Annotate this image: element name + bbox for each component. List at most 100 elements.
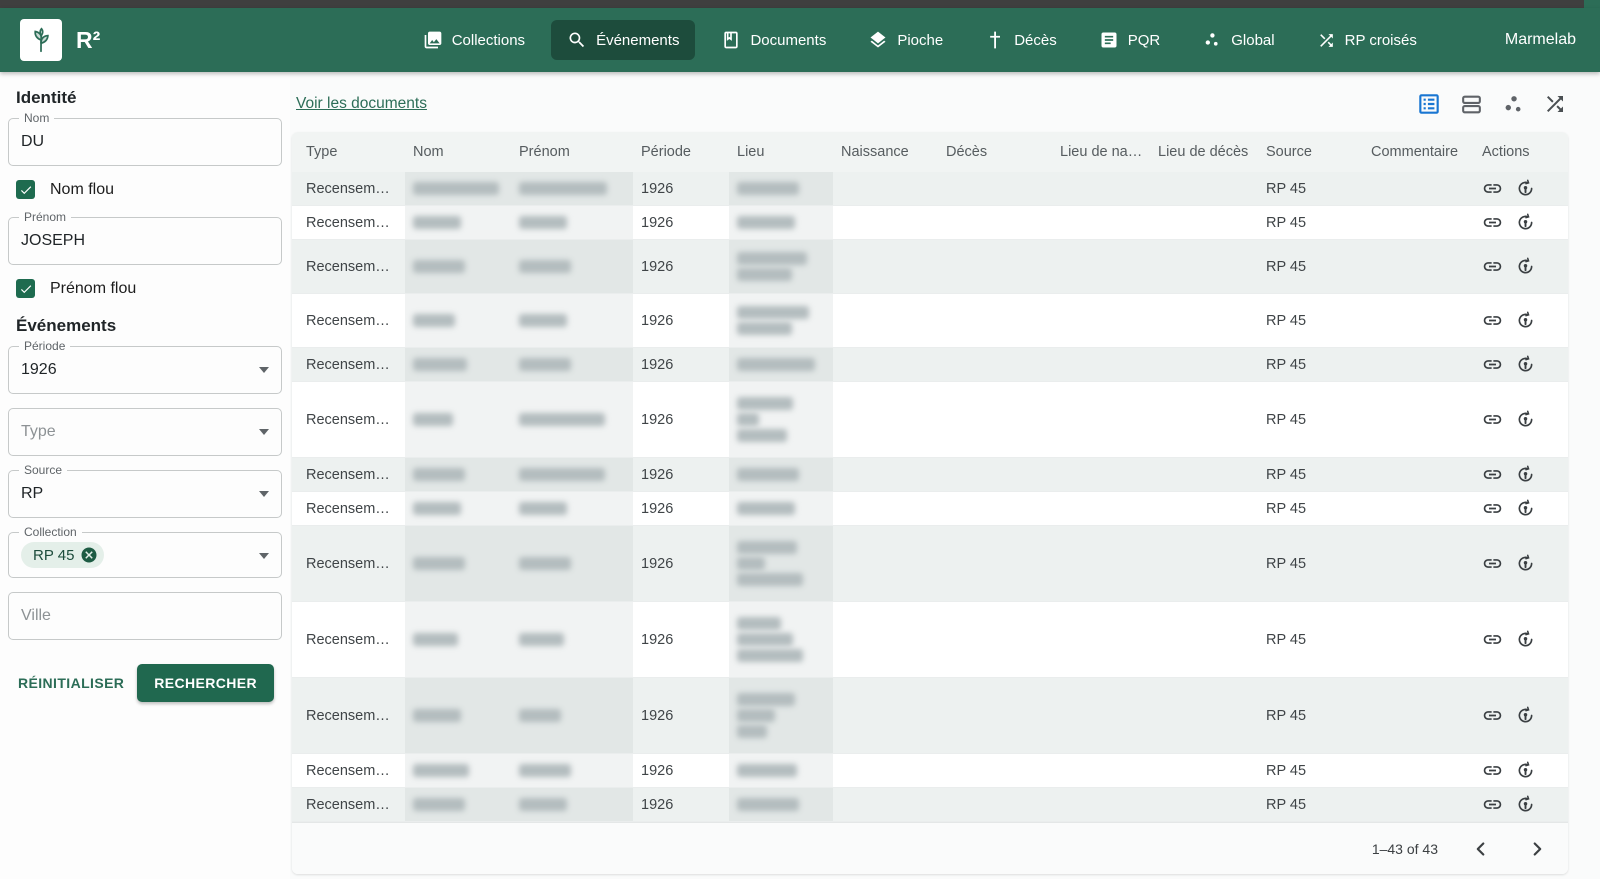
- rotate-person-icon[interactable]: [1515, 794, 1536, 815]
- rotate-person-icon[interactable]: [1515, 212, 1536, 233]
- link-icon[interactable]: [1482, 310, 1503, 331]
- reset-button[interactable]: RÉINITIALISER: [16, 667, 126, 699]
- cell-periode: 1926: [633, 492, 729, 526]
- col-source[interactable]: Source: [1258, 132, 1363, 172]
- link-icon[interactable]: [1482, 178, 1503, 199]
- prenom-flou-checkbox[interactable]: [16, 279, 35, 298]
- periode-select[interactable]: Période 1926: [8, 346, 282, 394]
- rotate-person-icon[interactable]: [1515, 464, 1536, 485]
- col-periode[interactable]: Période: [633, 132, 729, 172]
- nav-documents[interactable]: Documents: [705, 20, 842, 60]
- rotate-person-icon[interactable]: [1515, 705, 1536, 726]
- plant-logo-icon: [26, 25, 56, 55]
- cell-nom: [405, 602, 511, 678]
- chevron-left-icon[interactable]: [1466, 834, 1496, 864]
- col-type[interactable]: Type: [292, 132, 405, 172]
- cell-naissance: [833, 172, 938, 206]
- table-row[interactable]: Recensem… 1926 RP 45: [292, 382, 1568, 458]
- rotate-person-icon[interactable]: [1515, 178, 1536, 199]
- nav-deces[interactable]: Décès: [969, 20, 1073, 60]
- chevron-right-icon[interactable]: [1522, 834, 1552, 864]
- user-name[interactable]: Marmelab: [1505, 31, 1576, 49]
- nav-evenements[interactable]: Événements: [551, 20, 695, 60]
- cell-type: Recensem…: [306, 556, 399, 572]
- link-icon[interactable]: [1482, 498, 1503, 519]
- redacted-nom-blob: [413, 182, 499, 195]
- table-row[interactable]: Recensem… 1926 RP 45: [292, 458, 1568, 492]
- rotate-person-icon[interactable]: [1515, 310, 1536, 331]
- rotate-person-icon[interactable]: [1515, 409, 1536, 430]
- nav-global[interactable]: Global: [1186, 20, 1290, 60]
- link-icon[interactable]: [1482, 212, 1503, 233]
- link-icon[interactable]: [1482, 256, 1503, 277]
- link-icon[interactable]: [1482, 409, 1503, 430]
- collection-select[interactable]: Collection RP 45: [8, 532, 282, 578]
- graph-view-icon[interactable]: [1500, 91, 1526, 117]
- col-prenom[interactable]: Prénom: [511, 132, 633, 172]
- table-row[interactable]: Recensem… 1926 RP 45: [292, 602, 1568, 678]
- view-documents-link[interactable]: Voir les documents: [296, 95, 427, 113]
- col-deces[interactable]: Décès: [938, 132, 1052, 172]
- ville-field[interactable]: [8, 592, 282, 640]
- shuffle-view-icon[interactable]: [1542, 91, 1568, 117]
- table-row[interactable]: Recensem… 1926 RP 45: [292, 240, 1568, 294]
- app-logo[interactable]: [20, 19, 62, 61]
- search-button[interactable]: RECHERCHER: [137, 664, 274, 702]
- cell-periode: 1926: [633, 206, 729, 240]
- cell-source: RP 45: [1258, 754, 1363, 788]
- redacted-nom-blob: [413, 557, 465, 570]
- link-icon[interactable]: [1482, 794, 1503, 815]
- nav-pioche[interactable]: Pioche: [852, 20, 959, 60]
- rotate-person-icon[interactable]: [1515, 760, 1536, 781]
- col-lieu[interactable]: Lieu: [729, 132, 833, 172]
- rotate-person-icon[interactable]: [1515, 553, 1536, 574]
- col-commentaire[interactable]: Commentaire: [1363, 132, 1474, 172]
- nav-pqr[interactable]: PQR: [1083, 20, 1177, 60]
- nav-rp-croises[interactable]: RP croisés: [1301, 21, 1433, 60]
- cell-prenom: [511, 206, 633, 240]
- table-row[interactable]: Recensem… 1926 RP 45: [292, 788, 1568, 822]
- source-select[interactable]: Source RP: [8, 470, 282, 518]
- col-lieu-naissance[interactable]: Lieu de nais…: [1052, 132, 1150, 172]
- table-row[interactable]: Recensem… 1926 RP 45: [292, 526, 1568, 602]
- table-row[interactable]: Recensem… 1926 RP 45: [292, 294, 1568, 348]
- cell-naissance: [833, 754, 938, 788]
- link-icon[interactable]: [1482, 705, 1503, 726]
- prenom-flou-label: Prénom flou: [50, 280, 136, 298]
- link-icon[interactable]: [1482, 553, 1503, 574]
- link-icon[interactable]: [1482, 354, 1503, 375]
- rotate-person-icon[interactable]: [1515, 354, 1536, 375]
- col-nom[interactable]: Nom: [405, 132, 511, 172]
- cell-lieu-deces: [1150, 458, 1258, 492]
- link-icon[interactable]: [1482, 629, 1503, 650]
- ville-input[interactable]: [21, 607, 269, 625]
- rotate-person-icon[interactable]: [1515, 256, 1536, 277]
- link-icon[interactable]: [1482, 760, 1503, 781]
- cell-periode: 1926: [633, 788, 729, 822]
- col-lieu-deces[interactable]: Lieu de décès: [1150, 132, 1258, 172]
- nom-field[interactable]: Nom DU: [8, 118, 282, 166]
- type-select[interactable]: Type: [8, 408, 282, 456]
- table-row[interactable]: Recensem… 1926 RP 45: [292, 678, 1568, 754]
- col-naissance[interactable]: Naissance: [833, 132, 938, 172]
- collection-chip[interactable]: RP 45: [21, 542, 104, 568]
- cell-lieu-deces: [1150, 602, 1258, 678]
- nav-collections[interactable]: Collections: [407, 20, 541, 60]
- table-row[interactable]: Recensem… 1926 RP 45: [292, 492, 1568, 526]
- cell-lieu-naissance: [1052, 240, 1150, 294]
- rotate-person-icon[interactable]: [1515, 629, 1536, 650]
- prenom-field[interactable]: Prénom JOSEPH: [8, 217, 282, 265]
- nom-flou-checkbox[interactable]: [16, 180, 35, 199]
- table-row[interactable]: Recensem… 1926 RP 45: [292, 172, 1568, 206]
- rotate-person-icon[interactable]: [1515, 498, 1536, 519]
- cell-lieu-deces: [1150, 206, 1258, 240]
- cell-naissance: [833, 240, 938, 294]
- table-row[interactable]: Recensem… 1926 RP 45: [292, 206, 1568, 240]
- table-row[interactable]: Recensem… 1926 RP 45: [292, 754, 1568, 788]
- table-row[interactable]: Recensem… 1926 RP 45: [292, 348, 1568, 382]
- list-view-icon[interactable]: [1416, 91, 1442, 117]
- cancel-circle-icon[interactable]: [80, 546, 98, 564]
- split-view-icon[interactable]: [1458, 91, 1484, 117]
- redacted-lieu-blob: [737, 306, 809, 319]
- link-icon[interactable]: [1482, 464, 1503, 485]
